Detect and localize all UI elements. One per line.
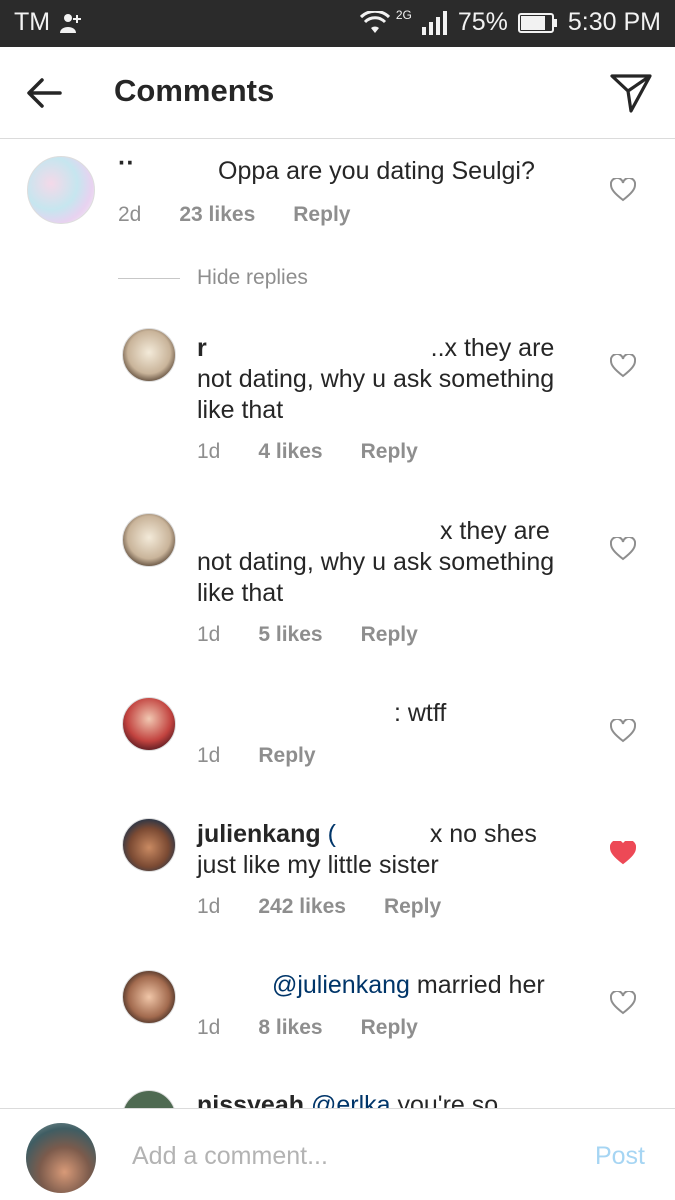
avatar[interactable] [122,1090,176,1108]
comment-age: 1d [197,440,221,463]
heart-filled-icon[interactable] [610,841,636,865]
paren: ( [327,820,336,848]
comment-line: : wtff [393,699,447,727]
status-bar: TM 2G 75% 5:30 PM [0,0,675,47]
redacted-mention [343,833,423,837]
comment-username-hidden[interactable]: ·· [118,148,135,179]
comment-meta: 1d 8 likes Reply [197,1016,418,1040]
signal-icon [421,10,447,35]
comment-age: 1d [197,1016,221,1039]
status-left: TM [14,8,82,37]
hide-replies-button[interactable]: Hide replies [197,266,308,290]
comment-text: x they are not dating, why u ask somethi… [197,516,597,609]
avatar[interactable] [122,970,176,1024]
heart-icon[interactable] [610,354,636,378]
heart-icon[interactable] [610,719,636,743]
comment-line: not dating, why u ask something [197,365,555,393]
wifi-icon [359,10,390,33]
status-right: 2G 75% 5:30 PM [359,7,661,37]
comment-meta: 1d Reply [197,744,316,768]
comment-line: married her [416,971,545,999]
avatar[interactable] [122,328,176,382]
battery-percent: 75% [457,8,508,36]
avatar[interactable] [122,818,176,872]
comment-text: julienkang ( x no shes just like my litt… [197,819,597,881]
person-add-icon [60,13,82,33]
comment-line: x they are [439,517,550,545]
redacted-username [197,984,265,988]
comment-composer: Add a comment... Post [0,1108,675,1200]
comment-line: not dating, why u ask something [197,548,555,576]
send-icon[interactable] [609,71,653,115]
mention-link[interactable]: @erlka [311,1091,391,1108]
reply-username[interactable]: r [197,334,207,362]
comment-line: like that [197,396,284,424]
likes-count[interactable]: 5 likes [258,623,322,647]
page-title: Comments [114,73,275,108]
battery-icon [517,12,557,33]
comments-header: Comments [0,47,675,139]
reply-button[interactable]: Reply [361,623,418,647]
comment-text: r ..x they are not dating, why u ask som… [197,333,597,426]
comment-line: x no shes [429,820,537,848]
comment-input[interactable]: Add a comment... [132,1142,328,1171]
arrow-left-icon[interactable] [24,75,64,111]
heart-icon[interactable] [610,178,636,202]
partial-comment-row: nissyeah @erlka you're so [0,1086,675,1108]
comment-meta: 1d 5 likes Reply [197,623,418,647]
comment-line: ..x they are [430,334,555,362]
reply-username[interactable]: nissyeah [197,1091,304,1108]
current-user-avatar [26,1123,96,1193]
heart-icon[interactable] [610,991,636,1015]
comment-line: just like my little sister [197,851,439,879]
comment-age: 1d [197,623,221,646]
carrier-label: TM [14,8,51,36]
comment-meta: 1d 242 likes Reply [197,895,441,919]
hide-replies-line [118,278,180,279]
clock: 5:30 PM [567,8,661,36]
comment-line: like that [197,579,284,607]
comment-meta: 2d 23 likes Reply [118,203,350,227]
reply-button[interactable]: Reply [293,203,350,227]
comment-meta: 1d 4 likes Reply [197,440,418,464]
avatar[interactable] [122,513,176,567]
avatar[interactable] [27,156,95,224]
comment-age: 2d [118,203,142,226]
reply-button[interactable]: Reply [361,440,418,464]
comment-age: 1d [197,895,221,918]
comment-text: : wtff [197,698,597,729]
reply-username[interactable]: julienkang [197,820,321,848]
comment-text: nissyeah @erlka you're so [197,1090,617,1108]
comment-age: 1d [197,744,221,767]
reply-button[interactable]: Reply [258,744,315,768]
reply-button[interactable]: Reply [384,895,441,919]
comment-text: @julienkang married her [197,970,597,1001]
likes-count[interactable]: 23 likes [179,203,255,227]
redacted-username [197,530,433,534]
likes-count[interactable]: 4 likes [258,440,322,464]
reply-button[interactable]: Reply [361,1016,418,1040]
heart-icon[interactable] [610,537,636,561]
likes-count[interactable]: 242 likes [258,895,346,919]
comment-text: Oppa are you dating Seulgi? [218,157,535,185]
network-type: 2G [395,7,412,22]
likes-count[interactable]: 8 likes [258,1016,322,1040]
redacted-mention [214,347,424,351]
avatar[interactable] [122,697,176,751]
mention-link[interactable]: @julienkang [272,971,410,999]
redacted-username [197,712,387,716]
post-button[interactable]: Post [595,1142,645,1171]
comment-line: you're so [397,1091,499,1108]
